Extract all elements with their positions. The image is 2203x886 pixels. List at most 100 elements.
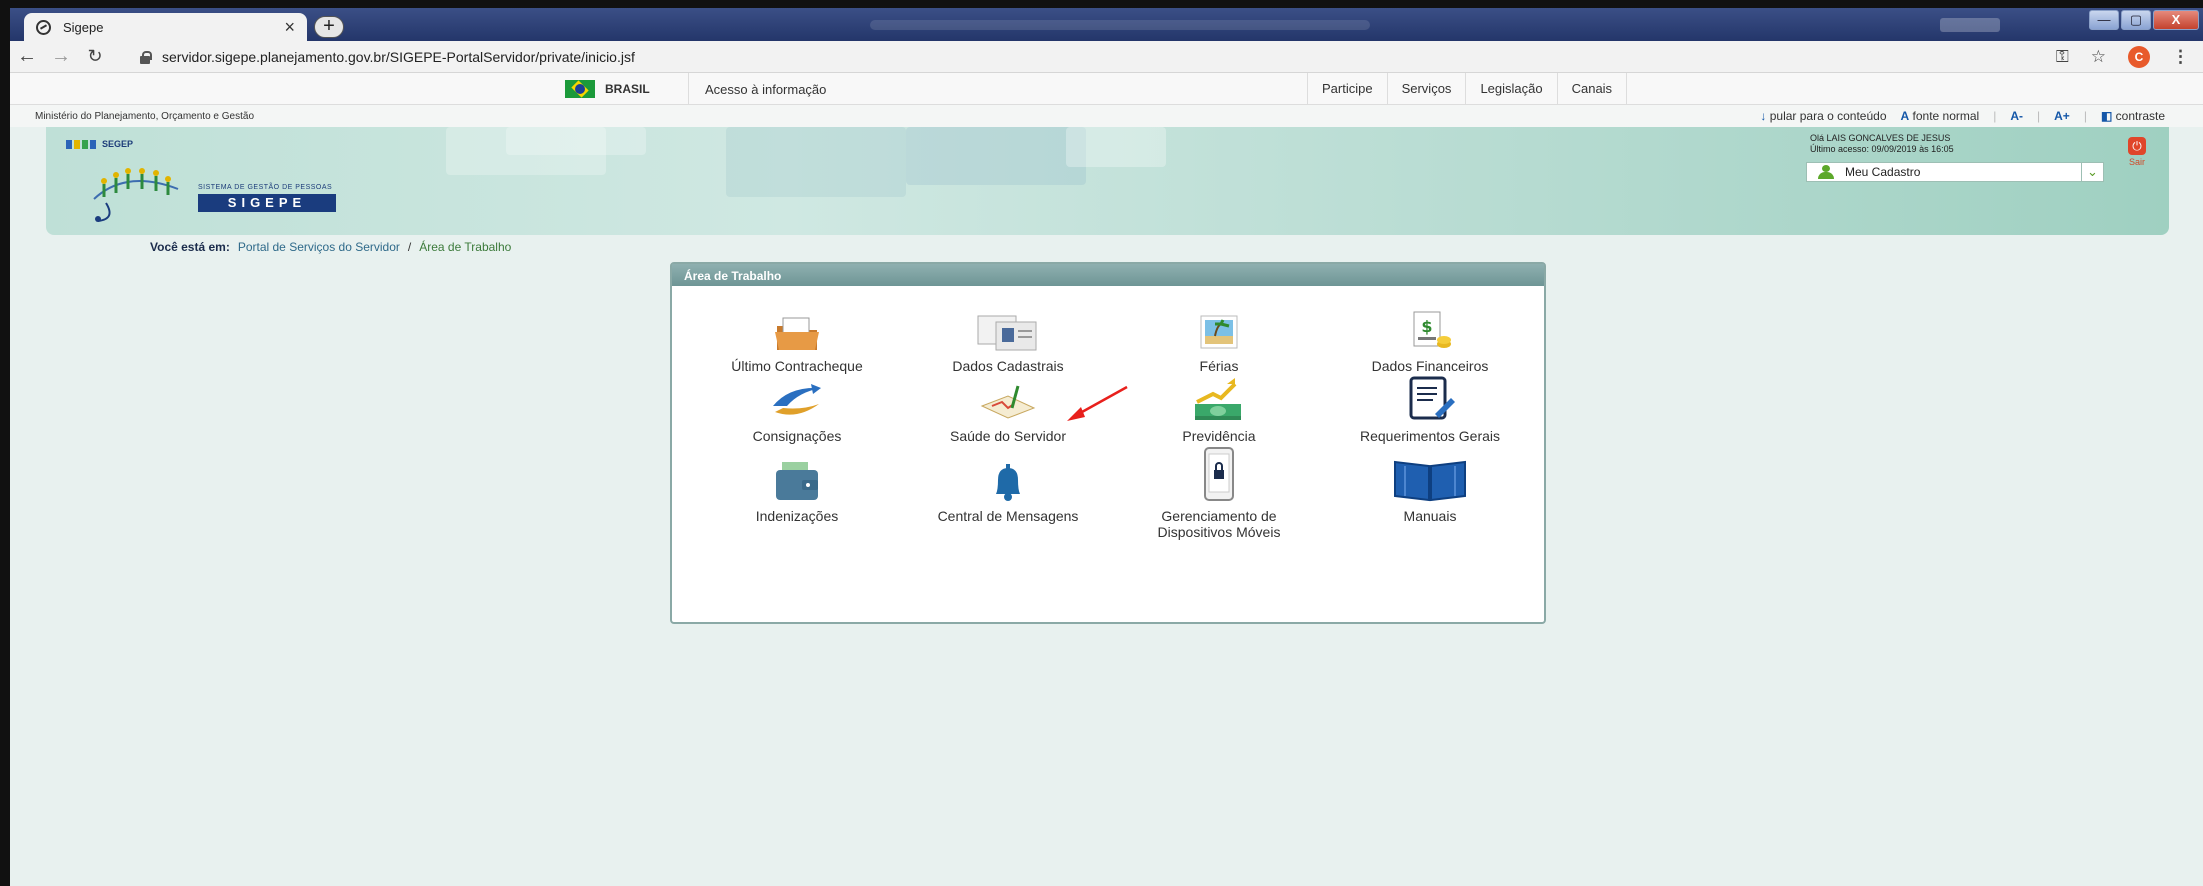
sigepe-subtitle: SISTEMA DE GESTÃO DE PESSOAS: [198, 184, 333, 191]
dollar-document-icon: $: [1325, 304, 1535, 352]
chevron-down-icon[interactable]: ⌄: [2081, 163, 2103, 181]
user-info: Olá LAIS GONCALVES DE JESUS Último acess…: [1810, 133, 1954, 155]
reload-icon[interactable]: ↻: [78, 46, 112, 67]
brasil-link[interactable]: BRASIL: [565, 73, 650, 105]
skip-label: pular para o conteúdo: [1769, 109, 1887, 123]
sigepe-people-logo-icon: [93, 168, 179, 222]
service-label: Férias: [1199, 358, 1239, 374]
service-dados-cadastrais[interactable]: Dados Cadastrais: [903, 304, 1113, 374]
service-label: Dados Financeiros: [1371, 358, 1489, 374]
breadcrumb-portal-link[interactable]: Portal de Serviços do Servidor: [238, 240, 400, 254]
minimize-button[interactable]: —: [2089, 10, 2119, 30]
down-arrow-icon: ↓: [1760, 109, 1767, 123]
brazil-flag-icon: [565, 80, 595, 98]
bookmark-star-icon[interactable]: ☆: [2091, 47, 2106, 67]
service-ferias[interactable]: Férias: [1114, 304, 1324, 374]
close-window-button[interactable]: X: [2153, 10, 2199, 30]
acc-divider: |: [2083, 109, 2087, 123]
menu-dots-icon[interactable]: ⋮: [2172, 47, 2189, 67]
forward-arrow-icon[interactable]: →: [44, 45, 78, 68]
back-arrow-icon[interactable]: ←: [10, 45, 44, 68]
legislacao-link[interactable]: Legislação: [1465, 73, 1556, 105]
wallet-icon: [692, 454, 902, 502]
service-gerenciamento-dispositivos[interactable]: Gerenciamento de Dispositivos Móveis: [1114, 444, 1324, 540]
contrast-label: contraste: [2115, 109, 2165, 123]
font-normal-link[interactable]: A fonte normal: [1901, 109, 1980, 123]
service-label: Dados Cadastrais: [952, 358, 1064, 374]
key-icon[interactable]: ⚿: [2056, 47, 2069, 67]
document-edit-icon: [1325, 374, 1535, 422]
canais-link[interactable]: Canais: [1556, 73, 1628, 105]
service-label: Saúde do Servidor: [950, 428, 1066, 444]
tab-title: Sigepe: [63, 19, 104, 35]
id-cards-icon: [903, 304, 1113, 352]
segep-label: SEGEP: [102, 139, 134, 149]
logout-button[interactable]: ⏻ Sair: [2128, 137, 2146, 167]
browser-tab[interactable]: Sigepe ×: [24, 13, 307, 41]
font-decrease-link[interactable]: A-: [2010, 109, 2023, 123]
tab-close-icon[interactable]: ×: [284, 17, 295, 38]
folder-icon: [692, 304, 902, 352]
service-manuais[interactable]: Manuais: [1325, 454, 1535, 524]
skip-to-content-link[interactable]: ↓ pular para o conteúdo: [1760, 109, 1886, 123]
service-dados-financeiros[interactable]: $ Dados Financeiros: [1325, 304, 1535, 374]
service-ultimo-contracheque[interactable]: Último Contracheque: [692, 304, 902, 374]
service-label: Central de Mensagens: [937, 508, 1079, 524]
gov-links: Participe Serviços Legislação Canais: [1307, 73, 1628, 105]
header-decoration: [726, 127, 906, 197]
ministry-name: Ministério do Planejamento, Orçamento e …: [35, 111, 254, 122]
annotation-arrow-icon: [1067, 385, 1128, 421]
servicos-link[interactable]: Serviços: [1386, 73, 1466, 105]
gov-divider: [688, 73, 689, 105]
window-title-text: [870, 20, 1370, 30]
service-label: Último Contracheque: [731, 358, 863, 374]
breadcrumb-prefix: Você está em:: [150, 240, 230, 254]
service-indenizacoes[interactable]: Indenizações: [692, 454, 902, 524]
browser-window: Sigepe × + — ▢ X ← → ↻ servidor.sigepe.p…: [10, 8, 2203, 886]
service-label: Requerimentos Gerais: [1359, 428, 1501, 444]
service-label: Previdência: [1182, 428, 1256, 444]
font-icon: A: [1900, 109, 1910, 123]
address-bar[interactable]: servidor.sigepe.planejamento.gov.br/SIGE…: [162, 49, 2056, 65]
new-tab-button[interactable]: +: [314, 16, 344, 38]
service-previdencia[interactable]: Previdência: [1114, 374, 1324, 444]
swoosh-transfer-icon: [692, 374, 902, 422]
contrast-icon: ◧: [2100, 109, 2113, 123]
service-consignacoes[interactable]: Consignações: [692, 374, 902, 444]
area-de-trabalho-panel: Área de Trabalho Último Contracheque Dad…: [670, 262, 1546, 624]
window-title-badge: [1940, 18, 2000, 32]
meu-cadastro-label: Meu Cadastro: [1845, 165, 1921, 179]
site-favicon-icon: [36, 19, 51, 35]
header-decoration: [906, 127, 1086, 185]
meu-cadastro-select[interactable]: Meu Cadastro ⌄: [1806, 162, 2104, 182]
segep-logo: SEGEP: [66, 139, 133, 149]
service-label: Gerenciamento de Dispositivos Móveis: [1157, 508, 1281, 540]
open-book-icon: [1325, 454, 1535, 502]
window-controls: — ▢ X: [2089, 10, 2199, 30]
breadcrumb-separator: /: [407, 240, 412, 254]
money-growth-icon: [1114, 374, 1324, 422]
sair-label: Sair: [2128, 157, 2145, 167]
user-greeting: Olá LAIS GONCALVES DE JESUS: [1810, 133, 1951, 143]
brasil-label: BRASIL: [605, 82, 650, 96]
svg-text:$: $: [1421, 317, 1432, 336]
service-central-de-mensagens[interactable]: Central de Mensagens: [903, 454, 1113, 524]
breadcrumb: Você está em: Portal de Serviços do Serv…: [150, 240, 511, 254]
gov-bar: BRASIL Acesso à informação Participe Ser…: [10, 73, 2203, 105]
maximize-button[interactable]: ▢: [2121, 10, 2151, 30]
acesso-informacao-link[interactable]: Acesso à informação: [705, 82, 826, 97]
accessibility-bar: Ministério do Planejamento, Orçamento e …: [10, 105, 2203, 127]
breadcrumb-current: Área de Trabalho: [419, 240, 512, 254]
service-label: Consignações: [752, 428, 842, 444]
acc-divider: |: [2037, 109, 2041, 123]
header-decoration: [1066, 127, 1166, 167]
participe-link[interactable]: Participe: [1307, 73, 1387, 105]
font-increase-link[interactable]: A+: [2054, 109, 2070, 123]
sigepe-logo-text: SIGEPE: [198, 194, 336, 212]
contrast-link[interactable]: ◧ contraste: [2101, 109, 2165, 123]
profile-avatar[interactable]: C: [2128, 45, 2150, 68]
service-requerimentos-gerais[interactable]: Requerimentos Gerais: [1325, 374, 1535, 444]
beach-picture-icon: [1114, 304, 1324, 352]
browser-titlebar: Sigepe × + — ▢ X: [10, 8, 2203, 41]
font-normal-label: fonte normal: [1912, 109, 1980, 123]
